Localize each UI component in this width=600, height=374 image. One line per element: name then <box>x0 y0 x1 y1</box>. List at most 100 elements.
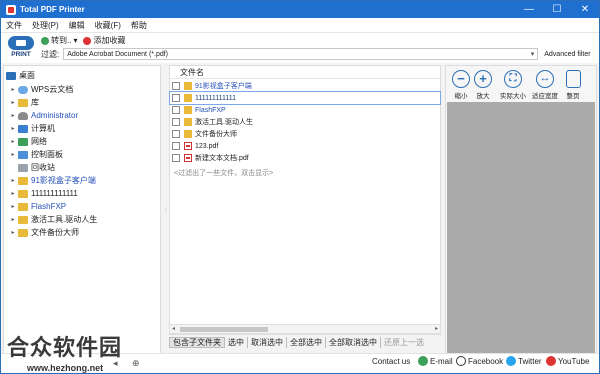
tree-item-label: 回收站 <box>31 163 55 172</box>
expand-icon[interactable]: ▸ <box>8 99 18 106</box>
expand-icon[interactable]: ▸ <box>8 177 18 184</box>
row-checkbox[interactable] <box>172 106 180 114</box>
row-checkbox[interactable] <box>172 118 180 126</box>
expand-icon[interactable]: ▸ <box>8 203 18 210</box>
include-subfolders-button[interactable]: 包含子文件夹 <box>169 337 225 348</box>
expand-icon[interactable]: ▸ <box>8 112 18 119</box>
file-row[interactable]: 新建文本文档.pdf <box>170 152 440 164</box>
add-favorite-button[interactable]: 添加收藏 <box>83 35 125 46</box>
tree-item-recycle-bin[interactable]: 回收站 <box>8 161 55 174</box>
menu-file[interactable]: 文件 <box>1 20 27 31</box>
folder-tree[interactable]: 桌面 ▸ WPS云文档 ▸ 库 ▸ Administrator ▸ 计算机 ▸ … <box>3 65 161 355</box>
menu-process[interactable]: 处理(P) <box>27 20 64 31</box>
file-row[interactable]: 91影视盒子客户端 <box>170 80 440 92</box>
chevron-down-icon: ▾ <box>73 36 78 45</box>
tree-item-wps-cloud[interactable]: ▸ WPS云文档 <box>8 83 73 96</box>
file-name: 91影视盒子客户端 <box>195 83 252 90</box>
email-link[interactable]: E-mail <box>418 356 453 366</box>
restore-selection-button[interactable]: 还原上一选 <box>381 337 427 348</box>
tree-item-label: 91影视盒子客户端 <box>31 176 96 185</box>
facebook-link[interactable]: Facebook <box>456 356 503 366</box>
contact-us-link[interactable]: Contact us <box>372 357 410 366</box>
fit-width-button[interactable]: ↔ 适应宽度 <box>530 70 560 100</box>
expand-icon[interactable]: ▸ <box>8 229 18 236</box>
advanced-filter-link[interactable]: Advanced filter <box>544 51 590 58</box>
tree-item-library[interactable]: ▸ 库 <box>8 96 39 109</box>
tree-item-network[interactable]: ▸ 网络 <box>8 135 47 148</box>
folder-icon <box>18 189 28 198</box>
user-icon <box>18 111 28 120</box>
watermark-url: www.hezhong.net <box>27 363 104 373</box>
youtube-label: YouTube <box>558 356 590 366</box>
select-button[interactable]: 选中 <box>225 337 248 348</box>
expand-icon[interactable]: ▸ <box>8 138 18 145</box>
print-button[interactable]: PRINT <box>6 36 36 60</box>
file-row[interactable]: 激活工具.驱动人生 <box>170 116 440 128</box>
tree-item-activation-tools[interactable]: ▸ 激活工具.驱动人生 <box>8 213 97 226</box>
row-checkbox[interactable] <box>172 142 180 150</box>
zoom-in-icon: + <box>474 70 492 88</box>
pane-splitter[interactable]: ⋮ <box>161 65 169 355</box>
close-button[interactable]: ✕ <box>571 1 599 18</box>
app-window: Total PDF Printer — ☐ ✕ 文件 处理(P) 编辑 收藏(F… <box>0 0 600 374</box>
whole-page-button[interactable]: 整页 <box>560 70 586 100</box>
tree-item-label: WPS云文档 <box>31 85 74 94</box>
select-all-button[interactable]: 全部选中 <box>287 337 326 348</box>
row-checkbox[interactable] <box>172 94 180 102</box>
file-list[interactable]: 文件名 91影视盒子客户端 111111111111 FlashFXP 激活工具… <box>169 65 441 335</box>
expand-icon[interactable]: ▸ <box>8 125 18 132</box>
zoom-in-button[interactable]: + 放大 <box>470 70 496 100</box>
tree-item-administrator[interactable]: ▸ Administrator <box>8 109 78 122</box>
row-checkbox[interactable] <box>172 82 180 90</box>
menu-help[interactable]: 帮助 <box>126 20 152 31</box>
row-checkbox[interactable] <box>172 154 180 162</box>
row-checkbox[interactable] <box>172 130 180 138</box>
selection-bar: 包含子文件夹 选中 取消选中 全部选中 全部取消选中 还原上一选 <box>169 336 441 349</box>
goto-button[interactable]: 转到.. ▾ <box>41 35 77 46</box>
tree-item-desktop[interactable]: 桌面 <box>6 69 35 82</box>
deselect-all-button[interactable]: 全部取消选中 <box>326 337 381 348</box>
tree-item-flashfxp[interactable]: ▸ FlashFXP <box>8 200 66 213</box>
add-icon[interactable]: ⊕ <box>132 358 140 368</box>
expand-icon[interactable]: ▸ <box>8 216 18 223</box>
filter-select[interactable]: Adobe Acrobat Document (*.pdf) ▾ <box>63 48 539 60</box>
scroll-left-icon[interactable]: ◂ <box>172 325 175 332</box>
file-row[interactable]: 文件备份大师 <box>170 128 440 140</box>
scroll-right-icon[interactable]: ▸ <box>435 325 438 332</box>
folder-icon <box>18 202 28 211</box>
expand-icon[interactable]: ▸ <box>8 151 18 158</box>
expand-icon[interactable]: ▸ <box>8 190 18 197</box>
folder-icon <box>18 98 28 107</box>
horizontal-scrollbar[interactable]: ◂ ▸ <box>169 324 441 334</box>
print-label: PRINT <box>11 51 31 58</box>
whole-page-label: 整页 <box>566 93 580 100</box>
pdf-file-icon <box>184 154 192 162</box>
tree-item-91-client[interactable]: ▸ 91影视盒子客户端 <box>8 174 96 187</box>
twitter-link[interactable]: Twitter <box>506 356 542 366</box>
folder-icon <box>184 106 192 114</box>
menu-favorites[interactable]: 收藏(F) <box>90 20 126 31</box>
file-row[interactable]: 123.pdf <box>170 140 440 152</box>
menu-edit[interactable]: 编辑 <box>64 20 90 31</box>
file-row-selected[interactable]: 111111111111 <box>169 91 441 105</box>
zoom-out-label: 缩小 <box>454 93 468 100</box>
preview-canvas[interactable] <box>447 102 595 354</box>
column-header-filename[interactable]: 文件名 <box>170 66 440 79</box>
file-row[interactable]: FlashFXP <box>170 104 440 116</box>
scrollbar-thumb[interactable] <box>180 327 268 332</box>
tree-item-backup-master[interactable]: ▸ 文件备份大师 <box>8 226 79 239</box>
zoom-out-icon: − <box>452 70 470 88</box>
deselect-button[interactable]: 取消选中 <box>248 337 287 348</box>
youtube-link[interactable]: YouTube <box>546 356 589 366</box>
twitter-icon <box>506 356 516 366</box>
minimize-button[interactable]: — <box>515 1 543 18</box>
maximize-button[interactable]: ☐ <box>543 1 571 18</box>
toolbar: PRINT 转到.. ▾ 添加收藏 过滤: Adobe Acrobat Docu… <box>1 33 599 63</box>
computer-icon <box>18 124 28 133</box>
expand-icon[interactable]: ▸ <box>8 86 18 93</box>
tree-item-computer[interactable]: ▸ 计算机 <box>8 122 55 135</box>
tree-item-control-panel[interactable]: ▸ 控制面板 <box>8 148 63 161</box>
actual-size-button[interactable]: ⛶ 实际大小 <box>498 70 528 100</box>
zoom-in-label: 放大 <box>476 93 490 100</box>
tree-item-111111111111[interactable]: ▸ 111111111111 <box>8 187 77 200</box>
